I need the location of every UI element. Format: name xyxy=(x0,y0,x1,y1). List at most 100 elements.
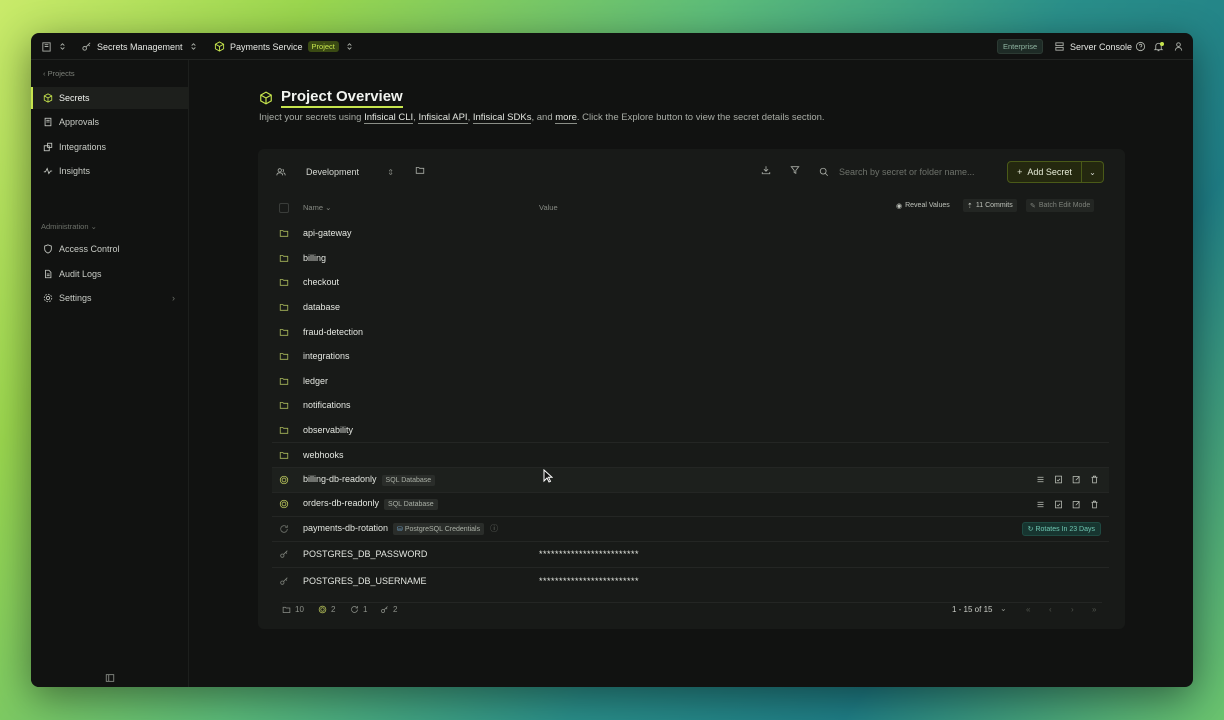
members-icon[interactable] xyxy=(276,165,290,179)
dynamic-secret-tag: SQL Database xyxy=(381,474,436,486)
back-to-projects-link[interactable]: ‹ Projects xyxy=(43,69,75,78)
sidebar-item-label: Audit Logs xyxy=(59,269,102,279)
org-switcher[interactable] xyxy=(41,33,68,60)
infisical-api-link[interactable]: Infisical API xyxy=(418,112,468,124)
page-size-dropdown[interactable]: ⌄ xyxy=(1000,604,1007,613)
infisical-sdks-link[interactable]: Infisical SDKs xyxy=(472,112,532,124)
user-menu-button[interactable] xyxy=(1173,33,1184,60)
administration-section-label[interactable]: Administration ⌄ xyxy=(41,222,97,231)
folder-row[interactable]: fraud-detection xyxy=(272,319,1109,344)
filter-icon[interactable] xyxy=(790,165,800,175)
user-icon xyxy=(1173,41,1184,52)
sidebar-item-access-control[interactable]: Access Control xyxy=(31,238,189,260)
batch-edit-button[interactable]: ✎ Batch Edit Mode xyxy=(1026,199,1095,212)
edit-icon[interactable] xyxy=(1072,475,1081,484)
add-secret-dropdown[interactable]: ⌄ xyxy=(1082,161,1104,183)
plus-icon: + xyxy=(1017,167,1023,177)
search-input[interactable]: Search by secret or folder name... xyxy=(811,161,1001,183)
notifications-button[interactable] xyxy=(1153,33,1164,60)
last-page-button[interactable]: » xyxy=(1092,605,1096,614)
folder-row[interactable]: ledger xyxy=(272,369,1109,394)
project-switcher[interactable]: Payments Service Project xyxy=(214,33,355,60)
add-secret-button[interactable]: + Add Secret xyxy=(1007,161,1082,183)
folder-name: observability xyxy=(303,425,354,436)
database-icon: ⛁ xyxy=(397,525,403,533)
trash-icon[interactable] xyxy=(1090,475,1099,484)
folder-count-value: 10 xyxy=(295,605,304,614)
building-icon xyxy=(41,41,52,52)
server-console-button[interactable]: Server Console xyxy=(1054,33,1132,60)
folder-icon xyxy=(279,302,289,312)
folder-icon xyxy=(279,253,289,263)
infisical-cli-link[interactable]: Infisical CLI xyxy=(364,112,414,124)
gear-icon xyxy=(43,293,53,303)
sidebar-item-approvals[interactable]: Approvals xyxy=(31,111,189,133)
cube-icon xyxy=(43,93,53,103)
list-icon[interactable] xyxy=(1036,475,1045,484)
product-switcher[interactable]: Secrets Management xyxy=(81,33,199,60)
info-icon[interactable]: ⓘ xyxy=(490,524,498,533)
fingerprint-icon xyxy=(279,475,289,485)
secret-count: 2 xyxy=(380,605,397,614)
folder-row[interactable]: notifications xyxy=(272,393,1109,418)
product-name: Secrets Management xyxy=(97,41,183,52)
rotate-icon xyxy=(351,606,358,613)
reveal-values-button[interactable]: ◉ Reveal Values xyxy=(892,199,954,212)
rotation-status-badge: ↻ Rotates In 23 Days xyxy=(1021,521,1101,536)
chevron-down-icon: ⌄ xyxy=(1089,167,1096,177)
folder-row[interactable]: webhooks xyxy=(272,442,1109,467)
folder-row[interactable]: observability xyxy=(272,418,1109,443)
folder-row[interactable]: api-gateway xyxy=(272,221,1109,246)
reveal-label: Reveal Values xyxy=(905,202,950,209)
secret-value[interactable]: ************************* xyxy=(539,576,639,586)
secret-rotation-row[interactable]: payments-db-rotation ⛁ PostgreSQL Credent… xyxy=(272,516,1109,541)
page-title: Project Overview xyxy=(281,88,403,108)
folder-name: api-gateway xyxy=(303,228,352,239)
sidebar-toggle-icon[interactable] xyxy=(105,673,115,683)
trash-icon[interactable] xyxy=(1090,500,1099,509)
select-all-checkbox[interactable] xyxy=(279,203,289,213)
secret-row[interactable]: POSTGRES_DB_USERNAME *******************… xyxy=(272,566,1109,594)
folder-row[interactable]: billing xyxy=(272,246,1109,271)
dynamic-secret-row[interactable]: orders-db-readonly SQL Database xyxy=(272,491,1109,517)
server-icon xyxy=(1054,41,1065,52)
dynamic-secret-row[interactable]: billing-db-readonly SQL Database xyxy=(272,467,1109,492)
section-label: Administration xyxy=(41,222,89,231)
top-bar: Secrets Management Payments Service Proj… xyxy=(31,33,1193,60)
sidebar-item-secrets[interactable]: Secrets xyxy=(31,87,189,109)
rotation-status-label: Rotates In 23 Days xyxy=(1035,525,1095,533)
prev-page-button[interactable]: ‹ xyxy=(1049,605,1052,614)
more-link[interactable]: more xyxy=(555,112,577,124)
help-button[interactable] xyxy=(1135,33,1146,60)
page-title-row: Project Overview xyxy=(259,88,403,108)
chevron-updown-icon xyxy=(188,41,199,52)
secret-value[interactable]: ************************* xyxy=(539,549,639,559)
folder-row[interactable]: checkout xyxy=(272,270,1109,295)
commits-button[interactable]: ⇡ 11 Commits xyxy=(963,199,1017,212)
environment-select[interactable]: Development ⇕ xyxy=(298,161,400,183)
double-chevron-right-icon: » xyxy=(1092,605,1097,614)
edit-icon[interactable] xyxy=(1072,500,1081,509)
help-icon xyxy=(1135,41,1146,52)
double-chevron-left-icon: « xyxy=(1026,605,1031,614)
lease-icon[interactable] xyxy=(1054,475,1063,484)
subtitle-text: , and xyxy=(531,112,556,123)
folder-icon xyxy=(279,400,289,410)
lease-icon[interactable] xyxy=(1054,500,1063,509)
folder-icon[interactable] xyxy=(415,165,425,175)
secret-row[interactable]: POSTGRES_DB_PASSWORD *******************… xyxy=(272,540,1109,567)
first-page-button[interactable]: « xyxy=(1026,605,1030,614)
eye-icon: ◉ xyxy=(896,202,903,210)
cube-icon xyxy=(214,41,225,52)
folder-row[interactable]: database xyxy=(272,295,1109,320)
next-page-button[interactable]: › xyxy=(1071,605,1074,614)
folder-row[interactable]: integrations xyxy=(272,344,1109,369)
list-icon[interactable] xyxy=(1036,500,1045,509)
sidebar-item-integrations[interactable]: Integrations xyxy=(31,136,189,158)
sidebar-item-insights[interactable]: Insights xyxy=(31,160,189,182)
sidebar-item-settings[interactable]: Settings › xyxy=(31,287,189,309)
name-column-header[interactable]: Name ⌄ xyxy=(303,203,331,212)
secret-key: POSTGRES_DB_USERNAME xyxy=(303,575,427,586)
sidebar-item-audit-logs[interactable]: Audit Logs xyxy=(31,263,189,285)
download-icon[interactable] xyxy=(761,165,771,175)
